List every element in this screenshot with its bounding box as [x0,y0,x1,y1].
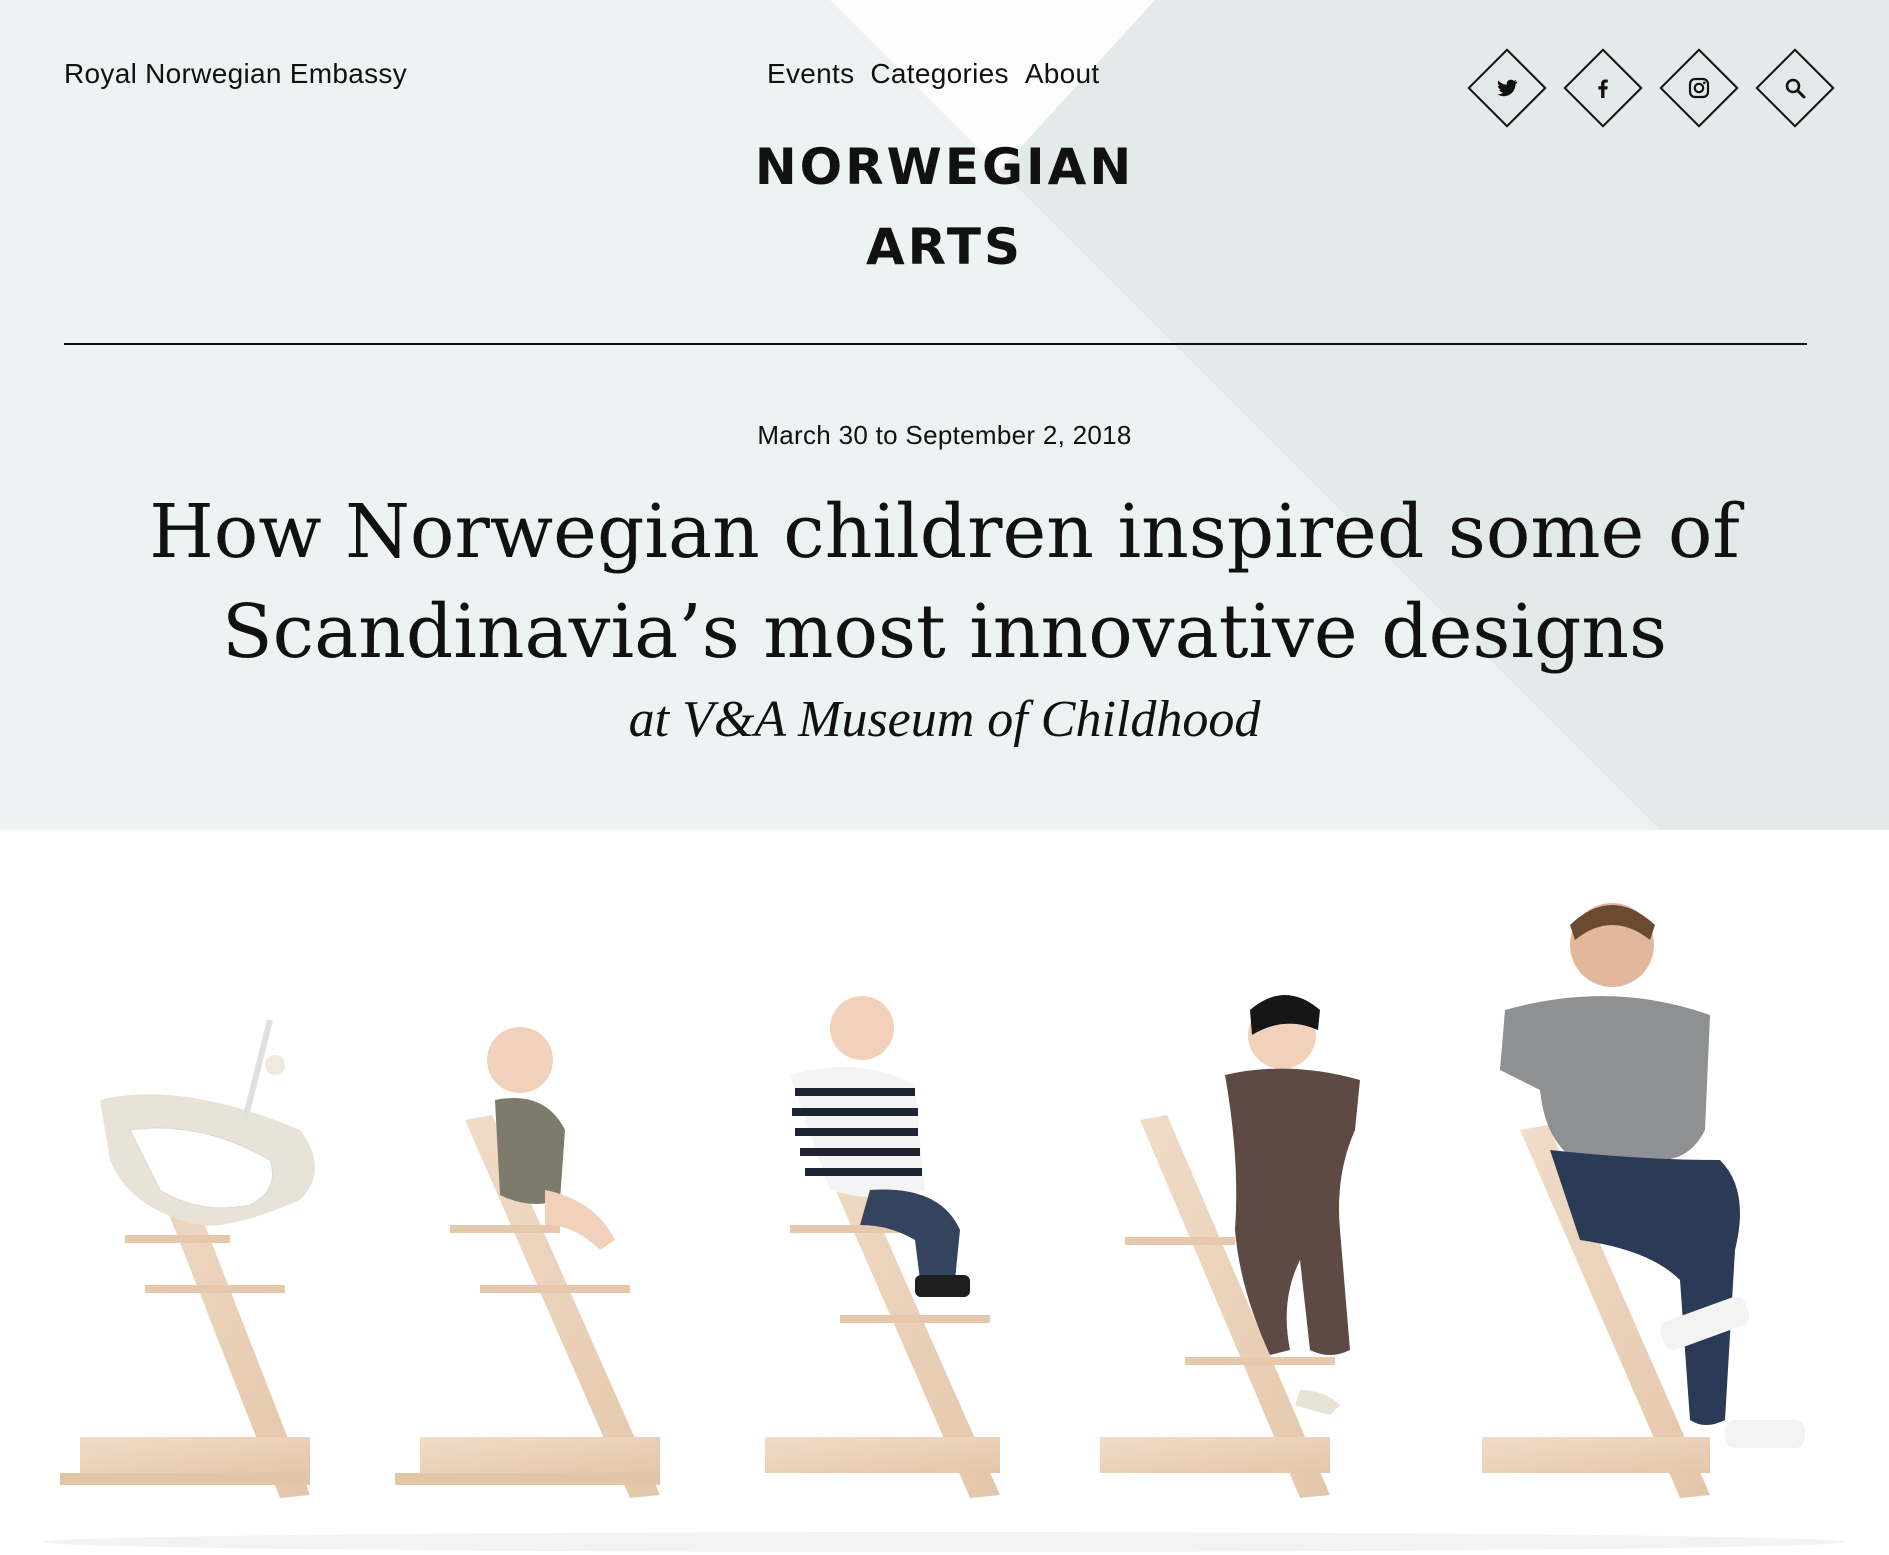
twitter-icon [1497,79,1518,97]
article-title: How Norwegian children inspired some of … [0,482,1889,682]
tripp-trapp-chairs-illustration [44,903,1844,1552]
embassy-link[interactable]: Royal Norwegian Embassy [64,58,407,90]
social-links [1467,48,1835,128]
chair-1 [60,1019,315,1498]
chair-4 [1100,995,1360,1498]
nav-about[interactable]: About [1025,58,1100,90]
chair-3 [765,996,1000,1498]
site-logo-line2[interactable]: ARTS [0,222,1889,272]
header-divider [64,343,1807,345]
hero-section: Royal Norwegian Embassy Events Categorie… [0,0,1889,830]
article-title-line1: How Norwegian children inspired some of [149,489,1740,575]
search-icon [1785,78,1806,99]
nav-categories[interactable]: Categories [870,58,1008,90]
chair-2 [395,1027,660,1498]
article-title-line2: Scandinavia’s most innovative designs [221,589,1668,675]
twitter-button[interactable] [1467,48,1547,128]
instagram-button[interactable] [1659,48,1739,128]
article-subtitle: at V&A Museum of Childhood [628,691,1261,748]
main-nav: Events Categories About [767,58,1099,90]
event-date: March 30 to September 2, 2018 [757,420,1132,450]
hero-photo [0,830,1889,1555]
nav-events[interactable]: Events [767,58,854,90]
facebook-icon [1598,79,1608,98]
site-logo-line1[interactable]: NORWEGIAN [0,142,1889,192]
instagram-icon [1688,77,1710,99]
search-button[interactable] [1755,48,1835,128]
chair-5 [1482,903,1805,1498]
facebook-button[interactable] [1563,48,1643,128]
